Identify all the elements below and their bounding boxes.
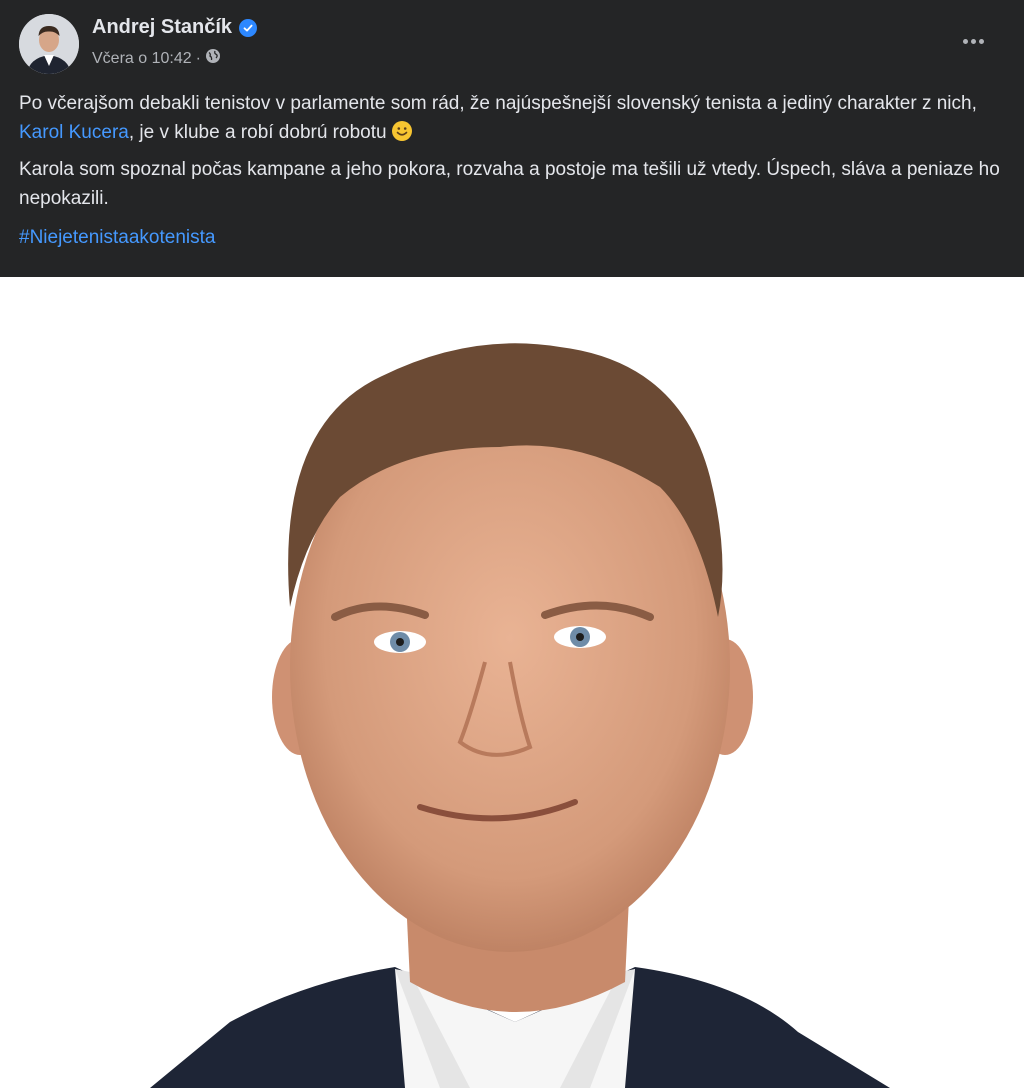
mentioned-profile-link[interactable]: Karol Kucera bbox=[19, 122, 129, 143]
post-photo[interactable] bbox=[0, 277, 1024, 1088]
globe-icon[interactable] bbox=[205, 48, 221, 69]
post-body: Po včerajšom debakli tenistov v parlamen… bbox=[19, 89, 1004, 252]
post-timestamp[interactable]: Včera o 10:42 bbox=[92, 50, 192, 68]
post-paragraph-2: Karola som spoznal počas kampane a jeho … bbox=[19, 159, 1000, 209]
verified-badge-icon bbox=[239, 18, 258, 37]
smiling-face-emoji bbox=[391, 120, 413, 142]
post-card: Andrej Stančík Včera o 10:42 · Po včeraj… bbox=[0, 0, 1024, 277]
author-avatar[interactable] bbox=[19, 14, 79, 74]
author-name[interactable]: Andrej Stančík bbox=[92, 16, 258, 39]
paragraph-1-text-after: , je v klube a robí dobrú robotu bbox=[128, 122, 387, 143]
post-paragraph-1: Po včerajšom debakli tenistov v parlamen… bbox=[19, 89, 1004, 147]
author-name-text[interactable]: Andrej Stančík bbox=[92, 16, 232, 39]
hashtag-link[interactable]: #Niejetenistaakotenista bbox=[19, 223, 215, 252]
more-options-icon[interactable] bbox=[958, 26, 988, 56]
paragraph-1-text-before: Po včerajšom debakli tenistov v parlamen… bbox=[19, 93, 977, 114]
meta-separator: · bbox=[195, 49, 201, 67]
portrait-photo-image bbox=[0, 277, 1024, 1088]
post-meta: Včera o 10:42 · bbox=[92, 48, 221, 69]
avatar-portrait-image bbox=[19, 14, 79, 74]
